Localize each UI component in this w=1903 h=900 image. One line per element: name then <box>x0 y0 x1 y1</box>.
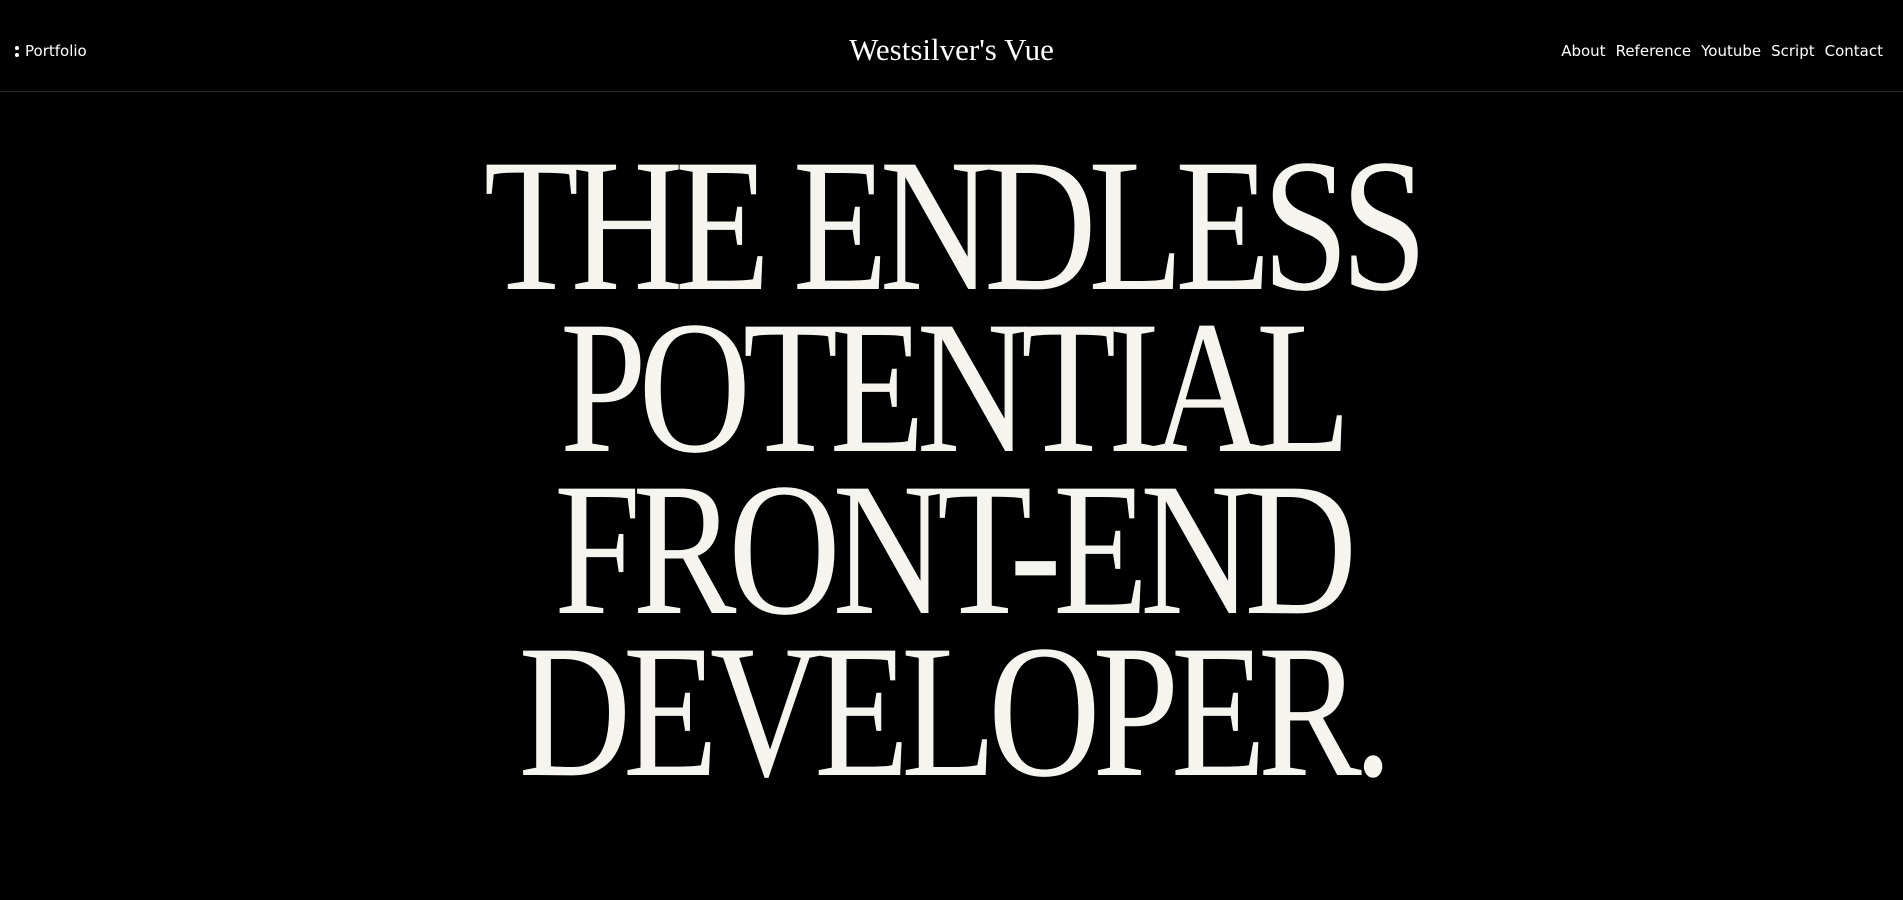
main-nav: About Reference Youtube Script Contact <box>1561 40 1883 62</box>
site-header: Portfolio Westsilver's Vue About Referen… <box>0 0 1903 92</box>
nav-youtube[interactable]: Youtube <box>1701 40 1761 62</box>
portfolio-label: Portfolio <box>25 42 87 60</box>
nav-script[interactable]: Script <box>1771 40 1815 62</box>
nav-about[interactable]: About <box>1561 40 1605 62</box>
site-title-text[interactable]: Westsilver's Vue <box>849 32 1054 67</box>
nav-reference[interactable]: Reference <box>1616 40 1692 62</box>
nav-contact[interactable]: Contact <box>1825 40 1883 62</box>
hero-heading: THE ENDLESS POTENTIAL FRONT-END DEVELOPE… <box>171 131 1731 817</box>
hero-line: DEVELOPER. <box>518 607 1393 817</box>
portfolio-link[interactable]: Portfolio <box>15 40 87 62</box>
dots-icon <box>15 44 20 58</box>
